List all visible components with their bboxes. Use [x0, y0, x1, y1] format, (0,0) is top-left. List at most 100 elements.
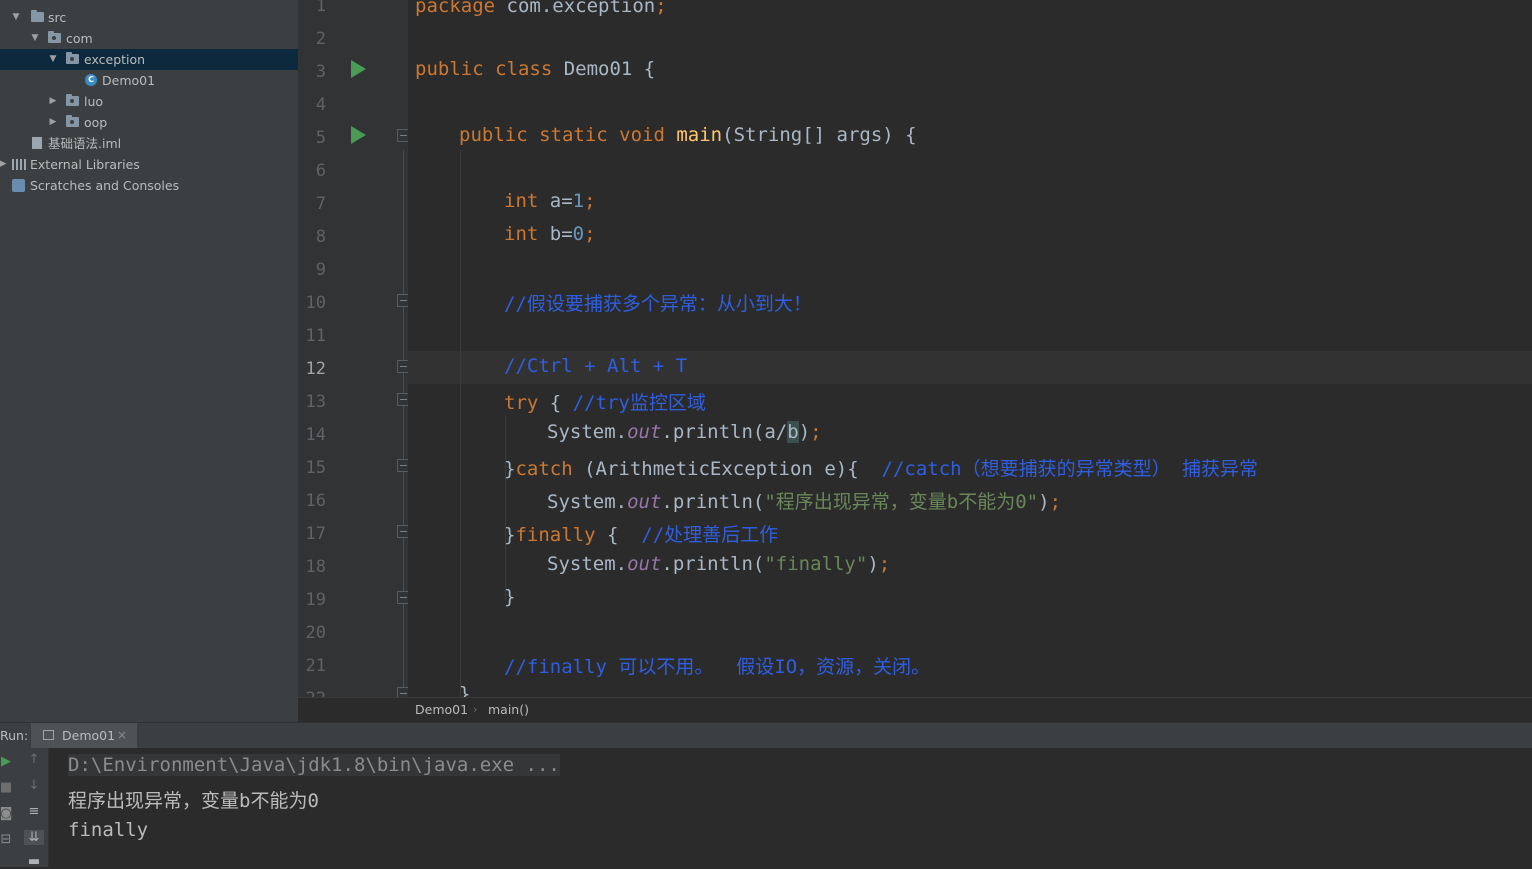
- editor-gutter: 1 2 3 4 5 6 7 8 9 10 11 12 13 14 15 16 1…: [298, 0, 408, 697]
- line-number: 1: [315, 0, 326, 16]
- code-line-18: System.out.println("finally");: [547, 553, 891, 575]
- line-number: 7: [315, 194, 326, 214]
- code-line-8: int b=0;: [504, 223, 596, 245]
- code-line-10: //假设要捕获多个异常：从小到大！: [504, 293, 812, 315]
- breadcrumb-method[interactable]: main(): [488, 698, 529, 722]
- indent-guide: [460, 150, 461, 697]
- library-icon: [12, 159, 26, 170]
- tree-item-src[interactable]: ▼ src: [0, 7, 298, 28]
- fold-marker-icon[interactable]: [397, 687, 408, 697]
- line-number: 20: [305, 623, 326, 643]
- tree-item-scratches[interactable]: Scratches and Consoles: [0, 175, 298, 196]
- scroll-up-icon[interactable]: ↑: [24, 752, 44, 767]
- line-number: 16: [305, 491, 326, 511]
- run-tab-demo01[interactable]: Demo01 ×: [31, 723, 137, 748]
- rerun-icon[interactable]: ▶: [0, 754, 16, 769]
- close-tab-icon[interactable]: ×: [117, 723, 127, 748]
- line-number: 14: [305, 425, 326, 445]
- expand-arrow-icon[interactable]: ▼: [30, 28, 40, 49]
- project-tree: ▼ src ▼ com ▼ exception C Demo01 ▶ luo ▶…: [0, 0, 298, 722]
- tree-item-com[interactable]: ▼ com: [0, 28, 298, 49]
- fold-guide: [403, 150, 404, 697]
- code-line-5: public static void main(String[] args) {: [459, 124, 917, 146]
- line-number-current: 12: [305, 359, 326, 379]
- package-icon: [48, 31, 61, 43]
- collapse-arrow-icon[interactable]: ▶: [0, 154, 8, 175]
- line-number: 9: [315, 260, 326, 280]
- code-editor[interactable]: package com.exception; public class Demo…: [408, 0, 1532, 697]
- fold-marker-icon[interactable]: [397, 459, 408, 472]
- code-line-21: //finally 可以不用。 假设IO，资源，关闭。: [504, 656, 931, 678]
- expand-arrow-icon[interactable]: ▼: [48, 49, 58, 70]
- code-line-17: }finally { //处理善后工作: [504, 524, 779, 546]
- console-output[interactable]: D:\Environment\Java\jdk1.8\bin\java.exe …: [49, 748, 1532, 867]
- package-icon: [66, 115, 79, 127]
- code-line-19: }: [504, 586, 516, 608]
- indent-guide: [505, 415, 506, 600]
- run-class-icon[interactable]: [351, 60, 366, 78]
- line-number: 17: [305, 524, 326, 544]
- line-number: 18: [305, 557, 326, 577]
- line-number: 11: [305, 326, 326, 346]
- line-number: 15: [305, 458, 326, 478]
- line-number: 3: [315, 62, 326, 82]
- expand-arrow-icon[interactable]: ▼: [11, 7, 21, 28]
- code-line-15: }catch (ArithmeticException e){ //catch（…: [504, 458, 1259, 480]
- tree-item-iml[interactable]: 基础语法.iml: [0, 133, 298, 154]
- fold-marker-icon[interactable]: [397, 129, 408, 142]
- collapse-arrow-icon[interactable]: ▶: [48, 112, 58, 133]
- java-class-icon: C: [85, 74, 97, 86]
- code-line-16: System.out.println("程序出现异常，变量b不能为0");: [547, 491, 1062, 513]
- run-config-icon: [43, 730, 54, 740]
- soft-wrap-icon[interactable]: ≡: [24, 804, 44, 819]
- code-line-12: //Ctrl + Alt + T: [504, 355, 688, 377]
- scratch-icon: [12, 179, 25, 192]
- collapse-arrow-icon[interactable]: ▶: [48, 91, 58, 112]
- line-number: 10: [305, 293, 326, 313]
- line-number: 4: [315, 95, 326, 115]
- code-line-13: try { //try监控区域: [504, 392, 706, 414]
- run-panel-label: Run:: [0, 728, 29, 743]
- fold-marker-icon[interactable]: [397, 294, 408, 307]
- line-number: 5: [315, 128, 326, 148]
- tree-item-exception[interactable]: ▼ exception: [0, 49, 298, 70]
- tree-item-luo[interactable]: ▶ luo: [0, 91, 298, 112]
- run-toolbar-secondary: ↑ ↓ ≡ ⇊ ▬: [20, 748, 49, 869]
- breadcrumb: Demo01 › main(): [298, 697, 1532, 722]
- restore-layout-icon[interactable]: ⊟: [0, 832, 16, 847]
- code-line-3: public class Demo01 {: [415, 58, 656, 80]
- fold-marker-icon[interactable]: [397, 591, 408, 604]
- iml-file-icon: [32, 137, 42, 149]
- code-line-22: }: [459, 683, 471, 697]
- console-command-line[interactable]: D:\Environment\Java\jdk1.8\bin\java.exe …: [68, 754, 560, 776]
- line-number: 8: [315, 227, 326, 247]
- code-line-7: int a=1;: [504, 190, 596, 212]
- console-output-line: 程序出现异常，变量b不能为0: [68, 790, 319, 812]
- line-number: 6: [315, 161, 326, 181]
- scroll-down-icon[interactable]: ↓: [24, 778, 44, 793]
- run-toolbar-primary: ▶ ■ ◙ ⊟: [0, 748, 20, 867]
- stop-icon[interactable]: ■: [0, 780, 16, 795]
- scroll-to-end-icon[interactable]: ⇊: [24, 830, 44, 845]
- line-number: 21: [305, 656, 326, 676]
- fold-marker-icon[interactable]: [397, 393, 408, 406]
- tree-item-external-libraries[interactable]: ▶ External Libraries: [0, 154, 298, 175]
- code-line-1: package com.exception;: [415, 0, 667, 17]
- breadcrumb-class[interactable]: Demo01: [415, 698, 468, 722]
- fold-marker-icon[interactable]: [397, 360, 408, 373]
- line-number: 13: [305, 392, 326, 412]
- tree-item-demo01[interactable]: C Demo01: [0, 70, 298, 91]
- line-number: 19: [305, 590, 326, 610]
- breadcrumb-separator-icon: ›: [473, 703, 478, 716]
- package-icon: [66, 52, 79, 64]
- line-number: 22: [298, 689, 326, 697]
- run-panel-header: Run: Demo01 ×: [0, 722, 1532, 748]
- code-line-14: System.out.println(a/b);: [547, 421, 822, 443]
- console-output-line: finally: [68, 819, 149, 841]
- fold-marker-icon[interactable]: [397, 525, 408, 538]
- line-number: 2: [315, 29, 326, 49]
- camera-icon[interactable]: ◙: [0, 806, 16, 821]
- run-main-icon[interactable]: [351, 126, 366, 144]
- package-icon: [66, 94, 79, 106]
- tree-item-oop[interactable]: ▶ oop: [0, 112, 298, 133]
